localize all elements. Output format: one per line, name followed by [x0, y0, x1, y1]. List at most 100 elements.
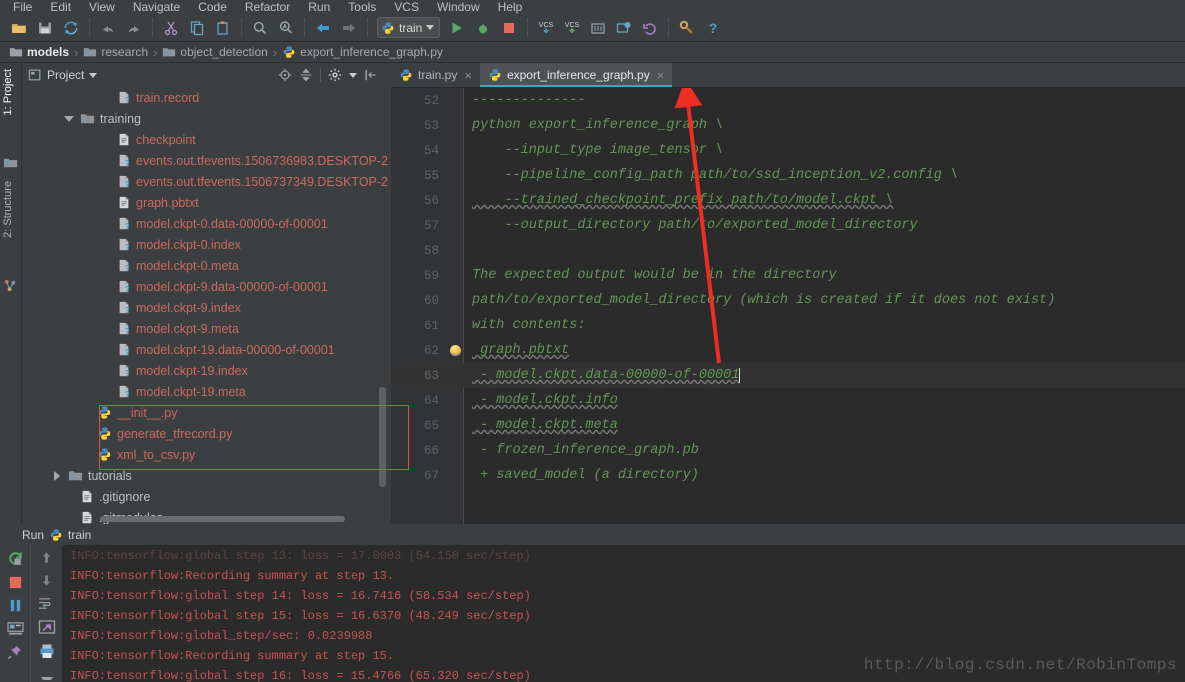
menu-item-run[interactable]: Run: [299, 1, 339, 14]
print-screen-icon[interactable]: [6, 621, 24, 636]
code-line[interactable]: 55 --pipeline_config_path path/to/ssd_in…: [391, 163, 1185, 188]
sidebar-item-structure[interactable]: 2: Structure: [2, 181, 14, 238]
menu-item-edit[interactable]: Edit: [41, 1, 80, 14]
settings-wrench-icon[interactable]: [675, 16, 699, 40]
print-icon[interactable]: [39, 643, 55, 659]
project-file-tree[interactable]: ? train.record training checkpoint ? eve…: [22, 87, 388, 524]
code-line[interactable]: 66 - frozen_inference_graph.pb: [391, 438, 1185, 463]
open-folder-icon[interactable]: [7, 16, 31, 40]
tab-export-inference-graph-py[interactable]: export_inference_graph.py ×: [479, 63, 673, 87]
rerun-icon[interactable]: [7, 550, 24, 567]
menu-item-vcs[interactable]: VCS: [385, 1, 428, 14]
menu-item-code[interactable]: Code: [189, 1, 236, 14]
forward-icon[interactable]: [337, 16, 361, 40]
tree-item-ckpt0-index[interactable]: ? model.ckpt-0.index: [22, 234, 245, 255]
code-line[interactable]: 67 + saved_model (a directory): [391, 463, 1185, 488]
tree-item-ckpt0-meta[interactable]: ? model.ckpt-0.meta: [22, 255, 243, 276]
chevron-down-icon[interactable]: [89, 72, 98, 78]
code-line[interactable]: 58: [391, 238, 1185, 263]
tree-item-ckpt9-data[interactable]: ? model.ckpt-9.data-00000-of-00001: [22, 276, 332, 297]
pause-icon[interactable]: [8, 598, 23, 613]
tree-item-ckpt19-index[interactable]: ? model.ckpt-19.index: [22, 360, 252, 381]
menu-item-refactor[interactable]: Refactor: [236, 1, 299, 14]
chevron-down-icon[interactable]: [64, 115, 74, 122]
run-configuration-selector[interactable]: train: [377, 17, 441, 38]
tree-item-tutorials[interactable]: tutorials: [22, 465, 136, 486]
vcs-commit-icon[interactable]: VCS: [560, 16, 584, 40]
breadcrumb-item-models[interactable]: models: [6, 45, 72, 59]
menu-item-tools[interactable]: Tools: [339, 1, 385, 14]
tree-item-train-record[interactable]: ? train.record: [22, 87, 203, 108]
code-line[interactable]: 59 The expected output would be in the d…: [391, 263, 1185, 288]
code-line[interactable]: 52 --------------: [391, 88, 1185, 113]
soft-wrap-icon[interactable]: [38, 596, 55, 611]
code-line[interactable]: 57 --output_directory path/to/exported_m…: [391, 213, 1185, 238]
code-line[interactable]: 56 --trained_checkpoint_prefix path/to/m…: [391, 188, 1185, 213]
menu-item-help[interactable]: Help: [489, 1, 532, 14]
sidebar-item-project[interactable]: 1: Project: [2, 69, 14, 115]
code-line[interactable]: 53 python export_inference_graph \: [391, 113, 1185, 138]
tree-item-init-py[interactable]: __init__.py: [22, 402, 181, 423]
chevron-right-icon[interactable]: [54, 470, 60, 481]
tree-item-graph-pbtxt[interactable]: graph.pbtxt: [22, 192, 203, 213]
tree-vertical-scrollbar[interactable]: [379, 387, 386, 487]
breadcrumb-item-object-detection[interactable]: object_detection: [159, 45, 270, 59]
debug-icon[interactable]: [471, 16, 495, 40]
chevron-down-icon[interactable]: [426, 25, 435, 30]
clear-all-icon[interactable]: [39, 667, 55, 681]
close-icon[interactable]: ×: [464, 68, 472, 83]
help-icon[interactable]: ?: [701, 16, 725, 40]
code-line[interactable]: 60 path/to/exported_model_directory (whi…: [391, 288, 1185, 313]
close-icon[interactable]: ×: [657, 68, 665, 83]
breadcrumb-item-file[interactable]: export_inference_graph.py: [279, 45, 446, 59]
tree-item-generate-tfrecord[interactable]: generate_tfrecord.py: [22, 423, 236, 444]
tree-item-gitignore[interactable]: .gitignore: [22, 486, 154, 507]
tree-item-events-1[interactable]: ? events.out.tfevents.1506736983.DESKTOP…: [22, 150, 388, 171]
breadcrumb-item-research[interactable]: research: [80, 45, 151, 59]
scroll-down-icon[interactable]: [39, 573, 54, 588]
code-line[interactable]: 62 graph.pbtxt: [391, 338, 1185, 363]
back-icon[interactable]: [311, 16, 335, 40]
collapse-all-icon[interactable]: [299, 68, 313, 82]
run-icon[interactable]: [445, 16, 469, 40]
undo-icon[interactable]: [96, 16, 120, 40]
scroll-up-icon[interactable]: [39, 550, 54, 565]
cut-icon[interactable]: [159, 16, 183, 40]
menu-item-view[interactable]: View: [80, 1, 124, 14]
code-line-current[interactable]: 63 - model.ckpt.data-00000-of-00001: [391, 363, 1185, 388]
chevron-down-icon[interactable]: [349, 72, 357, 78]
pin-icon[interactable]: [7, 644, 23, 660]
tree-item-training[interactable]: training: [22, 108, 145, 129]
find-replace-icon[interactable]: [274, 16, 298, 40]
code-line[interactable]: 54 --input_type image_tensor \: [391, 138, 1185, 163]
redo-icon[interactable]: [122, 16, 146, 40]
stop-icon[interactable]: [497, 16, 521, 40]
tree-twig-expanded[interactable]: [63, 115, 75, 122]
tab-train-py[interactable]: train.py ×: [391, 63, 480, 87]
code-line[interactable]: 61 with contents:: [391, 313, 1185, 338]
locate-target-icon[interactable]: [278, 68, 292, 82]
save-all-icon[interactable]: [33, 16, 57, 40]
scroll-to-end-icon[interactable]: [38, 619, 56, 635]
vcs-rollback-icon[interactable]: [638, 16, 662, 40]
menu-item-navigate[interactable]: Navigate: [124, 1, 189, 14]
tree-item-ckpt9-index[interactable]: ? model.ckpt-9.index: [22, 297, 245, 318]
stop-icon[interactable]: [8, 575, 23, 590]
tree-item-ckpt19-meta[interactable]: ? model.ckpt-19.meta: [22, 381, 250, 402]
tree-item-checkpoint[interactable]: checkpoint: [22, 129, 200, 150]
sync-icon[interactable]: [59, 16, 83, 40]
menu-item-window[interactable]: Window: [428, 1, 489, 14]
tree-item-events-2[interactable]: ? events.out.tfevents.1506737349.DESKTOP…: [22, 171, 388, 192]
vcs-update-icon[interactable]: VCS: [534, 16, 558, 40]
find-icon[interactable]: [248, 16, 272, 40]
vcs-update-project-icon[interactable]: [612, 16, 636, 40]
hide-panel-icon[interactable]: [364, 68, 378, 82]
code-editor[interactable]: 52 -------------- 53 python export_infer…: [391, 88, 1185, 524]
run-config-name[interactable]: train: [68, 528, 91, 542]
tree-item-ckpt9-meta[interactable]: ? model.ckpt-9.meta: [22, 318, 243, 339]
code-line[interactable]: 65 - model.ckpt.meta: [391, 413, 1185, 438]
lightbulb-icon[interactable]: [447, 345, 464, 356]
console-output[interactable]: INFO:tensorflow:global step 13: loss = 1…: [62, 545, 1185, 682]
tree-item-ckpt19-data[interactable]: ? model.ckpt-19.data-00000-of-00001: [22, 339, 339, 360]
copy-icon[interactable]: [185, 16, 209, 40]
